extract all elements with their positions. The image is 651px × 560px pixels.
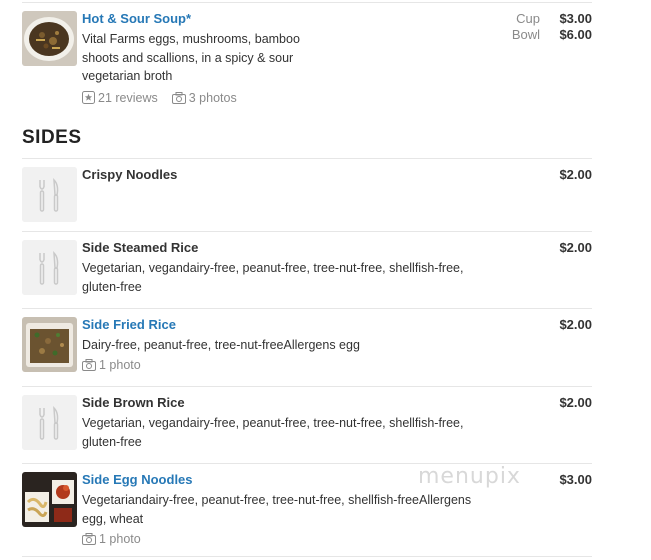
camera-icon: [171, 91, 186, 104]
photos-link[interactable]: 3 photos: [171, 90, 237, 105]
item-desc-line: Vegetariandairy-free, peanut-free, tree-…: [82, 493, 472, 507]
placeholder-thumbnail: [22, 395, 77, 450]
section-title: SIDES: [22, 127, 82, 148]
item-title: Side Steamed Rice: [82, 240, 199, 255]
item-desc-line: egg, wheat: [82, 512, 144, 526]
placeholder-thumbnail: [22, 240, 77, 295]
camera-icon: [82, 359, 96, 371]
camera-icon: [82, 533, 96, 545]
item-desc-line: Vegetarian, vegandairy-free, peanut-free…: [82, 261, 464, 275]
reviews-count: 21 reviews: [98, 90, 158, 105]
placeholder-thumbnail: [22, 167, 77, 222]
watermark: menupix: [418, 464, 521, 489]
reviews-link[interactable]: 21 reviews: [82, 91, 158, 105]
item-desc-line: gluten-free: [82, 435, 142, 449]
item-title: Crispy Noodles: [82, 167, 178, 182]
photos-link[interactable]: 1 photo: [82, 358, 141, 372]
price-value: $3.00: [559, 472, 592, 487]
photos-link[interactable]: 1 photo: [82, 532, 141, 546]
menu-item-side-fried-rice: Side Fried Rice Dairy-free, peanut-free,…: [22, 317, 592, 379]
price-value: $2.00: [559, 317, 592, 332]
fried-rice-photo[interactable]: [22, 317, 77, 372]
item-desc-line: vegetarian broth: [82, 69, 173, 83]
menu-item-crispy-noodles: Crispy Noodles $2.00: [22, 167, 592, 225]
price-value: $6.00: [559, 27, 592, 42]
photos-count: 1 photo: [99, 358, 141, 372]
separator: [22, 231, 592, 232]
separator: [22, 386, 592, 387]
item-desc-line: shoots and scallions, in a spicy & sour: [82, 50, 294, 65]
fork-knife-icon: [22, 395, 77, 450]
item-desc-line: Vegetarian, vegandairy-free, peanut-free…: [82, 416, 464, 430]
fork-knife-icon: [22, 167, 77, 222]
price-list: Cup $3.00 Bowl $6.00: [512, 11, 592, 43]
separator: [22, 556, 592, 557]
price-value: $3.00: [559, 11, 592, 26]
fork-knife-icon: [22, 240, 77, 295]
price-value: $2.00: [559, 395, 592, 410]
egg-noodles-photo[interactable]: [22, 472, 77, 527]
soup-photo[interactable]: [22, 11, 77, 66]
separator: [22, 308, 592, 309]
item-desc-line: Vital Farms eggs, mushrooms, bamboo: [82, 32, 300, 46]
item-title[interactable]: Hot & Sour Soup*: [82, 11, 482, 27]
photos-count: 3 photos: [188, 90, 237, 105]
item-desc-line: Dairy-free, peanut-free, tree-nut-freeAl…: [82, 338, 360, 352]
separator: [22, 2, 592, 3]
price-value: $2.00: [559, 167, 592, 182]
price-label: Bowl: [511, 27, 540, 42]
star-icon: [82, 91, 95, 104]
item-desc-line: gluten-free: [82, 280, 142, 294]
item-title[interactable]: Side Fried Rice: [82, 317, 482, 333]
price-value: $2.00: [559, 240, 592, 255]
menu-item-side-brown-rice: Side Brown Rice Vegetarian, vegandairy-f…: [22, 395, 592, 455]
price-label: Cup: [516, 11, 540, 26]
menu-item-side-steamed-rice: Side Steamed Rice Vegetarian, vegandairy…: [22, 240, 592, 300]
separator: [22, 158, 592, 159]
menu-item-hot-sour-soup: Hot & Sour Soup* Vital Farms eggs, mushr…: [22, 11, 592, 111]
item-title: Side Brown Rice: [82, 395, 185, 410]
photos-count: 1 photo: [99, 532, 141, 546]
